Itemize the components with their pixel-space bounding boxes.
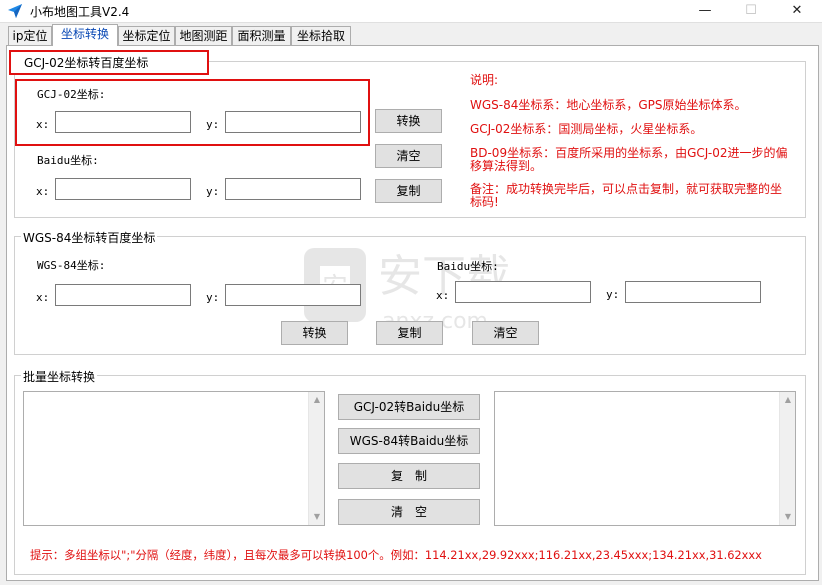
- wgs-baidu-x-input[interactable]: [455, 281, 591, 303]
- gcj-y-label: y:: [206, 118, 220, 131]
- note-bd09-line2: 移算法得到。: [470, 159, 543, 173]
- window-title: 小布地图工具V2.4: [30, 5, 130, 19]
- wgs-to-baidu-batch-button[interactable]: WGS-84转Baidu坐标: [338, 428, 480, 454]
- wgs-section-title: WGS-84坐标转百度坐标: [21, 229, 158, 246]
- batch-input-scrollbar[interactable]: ▲ ▼: [308, 392, 324, 525]
- batch-output-textarea[interactable]: [494, 391, 796, 526]
- title-bar[interactable]: 小布地图工具V2.4 — ☐ ✕: [0, 0, 822, 22]
- wgs-y-input[interactable]: [225, 284, 361, 306]
- minimize-button[interactable]: —: [682, 0, 728, 22]
- note-wgs84: WGS-84坐标系：地心坐标系，GPS原始坐标体系。: [470, 98, 747, 112]
- gcj-y-input[interactable]: [225, 111, 361, 133]
- gcj-clear-button[interactable]: 清空: [375, 144, 442, 168]
- close-button[interactable]: ✕: [774, 0, 820, 22]
- batch-input-textarea[interactable]: [23, 391, 325, 526]
- scroll-down-icon[interactable]: ▼: [312, 512, 322, 522]
- gcj-to-baidu-batch-button[interactable]: GCJ-02转Baidu坐标: [338, 394, 480, 420]
- gcj-x-label: x:: [36, 118, 50, 131]
- gcj-coordinate-label: GCJ-02坐标:: [37, 88, 106, 101]
- tab-coordinate-convert[interactable]: 坐标转换: [52, 24, 118, 46]
- batch-clear-button[interactable]: 清 空: [338, 499, 480, 525]
- wgs-copy-button[interactable]: 复制: [376, 321, 443, 345]
- note-remark-line2: 标码!: [470, 195, 499, 209]
- batch-hint: 提示：多组坐标以";"分隔（经度，纬度），且每次最多可以转换100个。例如：11…: [30, 548, 762, 562]
- tab-area-measure[interactable]: 面积测量: [232, 26, 291, 45]
- gcj-convert-button[interactable]: 转换: [375, 109, 442, 133]
- wgs-coordinate-label: WGS-84坐标:: [37, 259, 106, 272]
- wgs-baidu-y-label: y:: [606, 288, 620, 301]
- app-logo-icon: [8, 4, 22, 18]
- tab-ip-location[interactable]: ip定位: [8, 26, 52, 45]
- notes-heading: 说明:: [470, 73, 499, 87]
- tab-map-distance[interactable]: 地图测距: [175, 26, 232, 45]
- wgs-baidu-label: Baidu坐标:: [437, 260, 499, 273]
- note-remark-line1: 备注：成功转换完毕后，可以点击复制，就可获取完整的坐: [470, 182, 783, 196]
- wgs-baidu-x-label: x:: [436, 289, 450, 302]
- gcj-section-title: GCJ-02坐标转百度坐标: [22, 54, 151, 71]
- gcj-baidu-y-label: y:: [206, 185, 220, 198]
- scroll-up-icon[interactable]: ▲: [312, 395, 322, 405]
- note-gcj02: GCJ-02坐标系：国测局坐标，火星坐标系。: [470, 122, 703, 136]
- gcj-baidu-y-input[interactable]: [225, 178, 361, 200]
- tab-coordinate-locate[interactable]: 坐标定位: [118, 26, 175, 45]
- wgs-x-input[interactable]: [55, 284, 191, 306]
- scroll-up-icon[interactable]: ▲: [783, 395, 793, 405]
- batch-output-scrollbar[interactable]: ▲ ▼: [779, 392, 795, 525]
- wgs-y-label: y:: [206, 291, 220, 304]
- wgs-baidu-y-input[interactable]: [625, 281, 761, 303]
- gcj-copy-button[interactable]: 复制: [375, 179, 442, 203]
- maximize-button[interactable]: ☐: [728, 0, 774, 22]
- batch-copy-button[interactable]: 复 制: [338, 463, 480, 489]
- batch-section-title: 批量坐标转换: [21, 368, 98, 385]
- wgs-x-label: x:: [36, 291, 50, 304]
- scroll-down-icon[interactable]: ▼: [783, 512, 793, 522]
- wgs-clear-button[interactable]: 清空: [472, 321, 539, 345]
- gcj-baidu-label: Baidu坐标:: [37, 154, 99, 167]
- wgs-convert-button[interactable]: 转换: [281, 321, 348, 345]
- gcj-baidu-x-input[interactable]: [55, 178, 191, 200]
- gcj-baidu-x-label: x:: [36, 185, 50, 198]
- gcj-x-input[interactable]: [55, 111, 191, 133]
- tab-coordinate-pick[interactable]: 坐标拾取: [291, 26, 351, 45]
